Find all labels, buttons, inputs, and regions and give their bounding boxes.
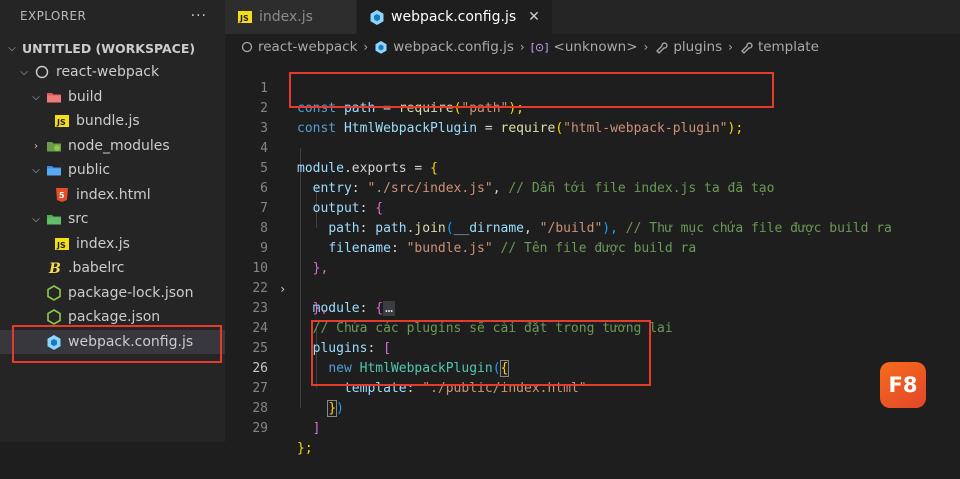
tab-bar: JS index.js webpack.config.js ✕ — [225, 0, 960, 34]
explorer-sidebar: EXPLORER ··· ⌵ UNTITLED (WORKSPACE) ⌵ re… — [0, 0, 271, 442]
brackets-icon: [⊙] — [530, 40, 549, 54]
code-line[interactable]: 23 // Chứa các plugins sẽ cài đặt trong … — [225, 279, 960, 336]
breadcrumb-item[interactable]: <unknown> — [554, 39, 638, 55]
f8-logo: F8 — [880, 362, 926, 408]
workspace-label: UNTITLED (WORKSPACE) — [22, 40, 196, 56]
tab-label: webpack.config.js — [391, 9, 517, 25]
chevron-down-icon: ⌵ — [20, 66, 28, 78]
code-line[interactable]: 8 filename: "bundle.js" // Tên file được… — [225, 199, 960, 256]
chevron-right-icon: › — [34, 140, 38, 152]
tree-item-label: public — [68, 162, 111, 178]
tree-item-label: react-webpack — [56, 64, 160, 80]
code-text: }; — [297, 441, 313, 456]
tree-item-label: src — [68, 211, 89, 227]
src-folder-icon — [46, 211, 62, 227]
chevron-down-icon: ⌵ — [32, 91, 40, 103]
code-line[interactable]: 6 output: { — [225, 159, 960, 216]
tree-item-node-modules[interactable]: › node_modules — [0, 134, 255, 158]
breadcrumb-item[interactable]: template — [758, 39, 819, 55]
highlight-box-webpack-file — [12, 325, 222, 363]
line-number: 29 — [252, 421, 268, 436]
code-line[interactable]: 5 entry: "./src/index.js", // Dẫn tới fi… — [225, 139, 960, 196]
highlight-box-plugin-block — [311, 320, 651, 386]
code-line[interactable]: 29 }; — [225, 399, 960, 456]
tree-item-src[interactable]: ⌵ src — [0, 207, 255, 231]
public-folder-icon — [46, 162, 62, 178]
chevron-down-icon: ⌵ — [32, 164, 40, 176]
folder-circle-icon — [34, 64, 50, 80]
node-folder-icon — [46, 138, 62, 154]
chevron-right-icon: › — [643, 40, 649, 54]
webpack-icon — [374, 40, 388, 54]
tree-item-label: .babelrc — [68, 260, 125, 276]
js-file-icon: JS — [54, 236, 70, 252]
close-icon[interactable]: ✕ — [528, 9, 540, 25]
tree-item-label: bundle.js — [76, 113, 140, 129]
svg-text:B: B — [48, 261, 61, 276]
tree-item-label: build — [68, 89, 103, 105]
tab-index-js[interactable]: JS index.js — [225, 0, 357, 34]
chevron-right-icon: › — [363, 40, 369, 54]
code-line[interactable]: 7 path: path.join(__dirname, "/build"), … — [225, 179, 960, 236]
tree-item-label: package-lock.json — [68, 285, 194, 301]
property-icon — [654, 40, 668, 54]
code-line[interactable]: 24 plugins: [ — [225, 299, 960, 356]
svg-text:JS: JS — [56, 118, 66, 127]
breadcrumb-item[interactable]: plugins — [673, 39, 722, 55]
workspace-header[interactable]: ⌵ UNTITLED (WORKSPACE) — [0, 36, 231, 60]
svg-text:JS: JS — [239, 14, 249, 23]
chevron-down-icon: ⌵ — [8, 42, 16, 54]
webpack-icon — [369, 9, 385, 25]
code-line[interactable]: 4 module.exports = { — [225, 119, 960, 176]
npm-icon — [46, 285, 62, 301]
editor-area: JS index.js webpack.config.js ✕ react-we… — [225, 0, 960, 456]
folder-icon — [46, 89, 62, 105]
breadcrumb-item[interactable]: react-webpack — [258, 39, 357, 55]
babel-icon: B — [46, 260, 62, 276]
tree-item-react-webpack[interactable]: ⌵ react-webpack — [0, 60, 243, 84]
tree-item-label: package.json — [68, 309, 161, 325]
highlight-box-require-line — [289, 72, 774, 108]
tree-item-label: index.js — [76, 236, 130, 252]
code-text: ] — [312, 421, 321, 436]
folder-circle-icon — [241, 41, 253, 53]
wrench-icon — [739, 40, 753, 54]
tree-item-public[interactable]: ⌵ public — [0, 158, 255, 182]
explorer-header: EXPLORER ··· — [0, 0, 225, 34]
breadcrumb-item[interactable]: webpack.config.js — [393, 39, 514, 55]
more-actions-icon[interactable]: ··· — [191, 0, 207, 32]
npm-icon — [46, 309, 62, 325]
code-line[interactable]: 9 }, — [225, 219, 960, 276]
code-line[interactable]: 22 }, — [225, 259, 960, 316]
svg-text:JS: JS — [56, 241, 66, 250]
js-file-icon: JS — [237, 9, 253, 25]
tab-webpack-config-js[interactable]: webpack.config.js ✕ — [357, 0, 553, 34]
chevron-right-icon: › — [519, 40, 525, 54]
js-file-icon: JS — [54, 113, 70, 129]
tree-item-build[interactable]: ⌵ build — [0, 85, 255, 109]
tree-item-label: index.html — [76, 187, 151, 203]
html-file-icon: 5 — [54, 187, 70, 203]
chevron-right-icon: › — [728, 40, 733, 54]
svg-text:5: 5 — [59, 191, 65, 200]
breadcrumb: react-webpack › webpack.config.js › [⊙] … — [225, 34, 960, 60]
code-line[interactable]: 10 › module: {… — [225, 239, 960, 316]
tree-item-label: node_modules — [68, 138, 170, 154]
chevron-down-icon: ⌵ — [32, 213, 40, 225]
tab-label: index.js — [259, 9, 313, 25]
explorer-title: EXPLORER — [20, 9, 87, 23]
